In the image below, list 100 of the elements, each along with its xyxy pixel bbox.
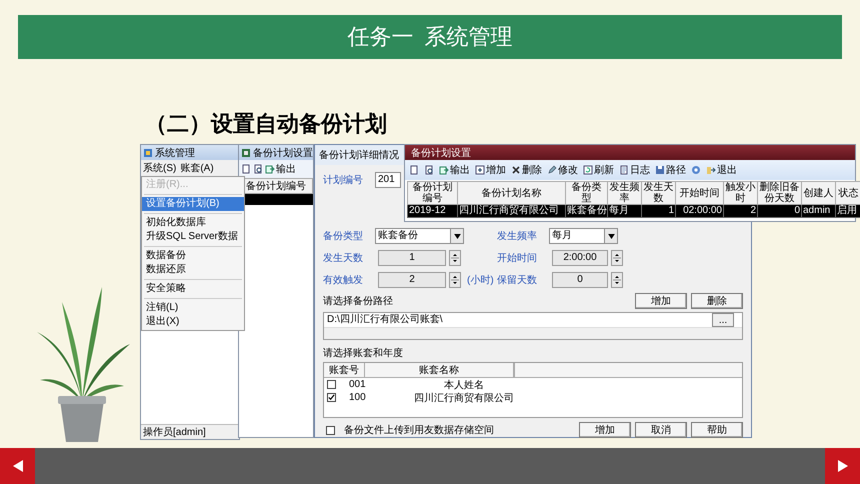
spin-buttons[interactable] [611, 272, 623, 288]
column-header[interactable]: 备份计划编号 [408, 182, 458, 204]
menu-item[interactable]: 设置备份计划(B) [142, 197, 244, 211]
input-field[interactable]: 0 [552, 272, 608, 288]
window-title: 系统管理 [155, 146, 195, 160]
dialog-button[interactable]: 增加 [579, 422, 631, 438]
export-icon [439, 165, 449, 175]
dropdown-button[interactable] [604, 228, 618, 244]
checkbox[interactable] [327, 393, 336, 402]
toolbar-button[interactable]: 输出 [439, 163, 470, 177]
column-header[interactable]: 备份计划名称 [458, 182, 566, 204]
toolbar-button[interactable]: 退出 [706, 163, 737, 177]
table-cell-text: 本人姓名 [443, 378, 485, 392]
exit-icon [706, 165, 716, 175]
menu-item[interactable]: 退出(X) [142, 315, 244, 329]
input-field[interactable]: 2:00:00 [552, 250, 608, 266]
table-cell-text: 四川汇行商贸有限公司 [413, 392, 515, 404]
column-header[interactable]: 发生天数 [642, 182, 676, 204]
field-label: 发生天数 [323, 252, 364, 265]
export-icon [265, 164, 275, 174]
input-field[interactable]: 1 [378, 250, 446, 266]
table-cell-text: 001 [348, 379, 367, 390]
log-icon [619, 165, 629, 175]
column-header[interactable]: 发生频率 [608, 182, 642, 204]
toolbar-button[interactable]: 路径 [655, 163, 686, 177]
up-down-arrows-icon [613, 251, 621, 265]
refresh-icon [583, 165, 593, 175]
preview-icon [253, 164, 263, 174]
toolbar-button[interactable]: 修改 [547, 163, 578, 177]
field-label: 备份类型 [323, 230, 364, 243]
page-icon [241, 164, 251, 174]
window-title: 备份计划设置 [411, 146, 471, 160]
menu-item[interactable]: 系统(S) [143, 161, 176, 175]
dialog-button[interactable]: 增加 [635, 293, 687, 309]
caret-icon [454, 234, 460, 238]
column-header[interactable]: 账套号 [324, 363, 365, 377]
table-row[interactable]: 2019-12 四川汇行商贸有限公司 账套备份 每月 1 02:00:00 2 0 admin 启用 [408, 204, 860, 218]
column-header[interactable]: 账套名称 [365, 363, 514, 377]
path-field[interactable]: D:\四川汇行有限公司账套\ [324, 313, 712, 327]
spin-buttons[interactable] [611, 250, 623, 266]
input-field[interactable]: 201 [375, 172, 401, 188]
table-cell-text: 100 [348, 392, 367, 403]
toolbar-button[interactable] [424, 163, 434, 177]
table-cell: 2019-12 [408, 204, 458, 218]
browse-button[interactable]: ... [712, 313, 734, 327]
path-icon [655, 165, 665, 175]
field-label: 发生频率 [497, 230, 538, 243]
dialog-button[interactable]: 删除 [691, 293, 743, 309]
help-icon [691, 165, 701, 175]
column-header[interactable]: 备份类型 [566, 182, 608, 204]
menu-item[interactable]: 升级SQL Server数据 [142, 230, 244, 244]
window-title: 备份计划设置 [253, 146, 313, 160]
column-header[interactable]: 触发小时 [724, 182, 758, 204]
table-cell: 账套备份 [566, 204, 608, 218]
toolbar-button[interactable]: 刷新 [583, 163, 614, 177]
field-label: 有效触发 [323, 274, 364, 287]
toolbar-button[interactable] [409, 163, 419, 177]
next-button[interactable] [825, 448, 860, 484]
up-down-arrows-icon [451, 273, 459, 287]
toolbar-button[interactable] [241, 162, 251, 176]
column-header[interactable]: 创建人 [802, 182, 836, 204]
table-cell: admin [802, 204, 836, 218]
input-field[interactable]: 2 [378, 272, 446, 288]
menu-item[interactable]: 安全策略 [142, 282, 244, 296]
dropdown-button[interactable] [450, 228, 464, 244]
column-header[interactable]: 状态 [836, 182, 860, 204]
spin-buttons[interactable] [449, 250, 461, 266]
column-header[interactable]: 删除旧备份天数 [758, 182, 802, 204]
delete-icon [511, 165, 521, 175]
table-cell: 0 [758, 204, 802, 218]
checkbox[interactable] [327, 380, 336, 389]
toolbar-button[interactable]: 删除 [511, 163, 542, 177]
menu-item[interactable]: 账套(A) [180, 161, 214, 175]
status-bar: 操作员[admin] [141, 424, 239, 439]
slide-title: 任务一 系统管理 [348, 23, 512, 51]
spin-buttons[interactable] [449, 272, 461, 288]
checkbox[interactable] [326, 426, 335, 434]
section-label: 请选择备份路径 [323, 294, 393, 308]
left-triangle-icon [12, 460, 22, 472]
preview-icon [424, 165, 434, 175]
page-icon [409, 165, 419, 175]
checkbox-label: 备份文件上传到用友数据存储空间 [344, 424, 494, 437]
toolbar-button[interactable] [253, 162, 263, 176]
column-header[interactable]: 开始时间 [676, 182, 724, 204]
up-down-arrows-icon [451, 251, 459, 265]
dialog-button[interactable]: 帮助 [691, 422, 743, 438]
previous-button[interactable] [0, 448, 35, 484]
menu-item[interactable]: 注销(L) [142, 301, 244, 315]
input-field[interactable]: 账套备份 [375, 228, 451, 244]
menu-item[interactable]: 数据备份 [142, 249, 244, 263]
input-field[interactable]: 每月 [549, 228, 605, 244]
table-cell: 02:00:00 [676, 204, 724, 218]
toolbar-button[interactable]: 增加 [475, 163, 506, 177]
menu-item[interactable]: 初始化数据库 [142, 216, 244, 230]
menu-item[interactable]: 数据还原 [142, 263, 244, 277]
table-cell: 1 [642, 204, 676, 218]
toolbar-button[interactable]: 日志 [619, 163, 650, 177]
table-cell: 每月 [608, 204, 642, 218]
add-icon [475, 165, 485, 175]
dialog-button[interactable]: 取消 [635, 422, 687, 438]
